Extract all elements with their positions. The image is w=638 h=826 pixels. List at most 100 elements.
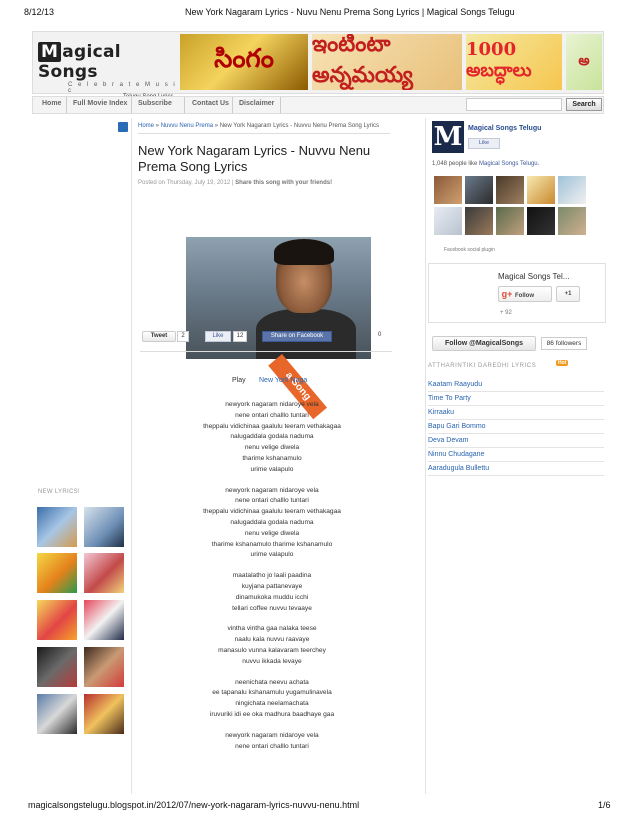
search-button[interactable]: Search [566,98,602,111]
fan-avatar[interactable] [465,207,493,235]
movie-banner-singam[interactable]: సింగం [180,34,308,90]
logo-tagline: C e l e b r a t e M u s i c [68,82,177,94]
lyrics-thumbnail[interactable] [37,600,77,640]
nav-full-movie-index[interactable]: Full Movie Index [73,100,127,107]
breadcrumb-current: New York Nagaram Lyrics - Nuvvu Nenu Pre… [219,123,380,129]
hot-list-item[interactable]: Deva Devam [428,434,604,448]
breadcrumb-category[interactable]: Nuvvu Nenu Prema [161,123,213,129]
breadcrumb-separator: » [154,123,161,129]
hot-list-item[interactable]: Bapu Gari Bommo [428,420,604,434]
fan-avatar[interactable] [434,207,462,235]
lyrics-thumbnail[interactable] [37,553,77,593]
lyric-line: vintha vintha gaa nalaka teese [227,625,317,633]
nav-divider [232,97,233,113]
lyric-line: tharime kshanamulo [242,454,302,462]
lyrics-thumbnail[interactable] [37,694,77,734]
share-count: 0 [378,332,382,338]
play-song-link[interactable]: New York Naga [259,377,307,384]
fb-count-link[interactable]: Magical Songs Telugu [479,161,538,167]
logo-m: M [38,42,62,62]
lyric-line: urime valapulo [250,465,294,473]
lyric-line: nenu velige diwela [244,529,300,537]
lyrics-thumbnail[interactable] [84,553,124,593]
movie-banner-intinta-annamayya[interactable]: ఇంటింటా అన్నమయ్య [312,34,462,90]
breadcrumb-home[interactable]: Home [138,123,154,129]
lyric-line: manasulo vunna kalavaram teerchey [218,646,326,654]
fan-avatar[interactable] [558,176,586,204]
post-title: New York Nagaram Lyrics - Nuvvu Nenu Pre… [138,143,371,174]
left-column-divider [131,118,132,794]
gplus-page-name[interactable]: Magical Songs Tel... [498,272,569,281]
print-page-number: 1/6 [598,800,611,810]
lyric-line: tellari coffee nuvvu tevaaye [232,604,312,612]
hot-list-item[interactable]: Aaradugula Bullettu [428,462,604,476]
print-date: 8/12/13 [24,7,55,17]
hot-list-item[interactable]: Kaatam Raayudu [428,378,604,392]
search-input[interactable] [466,98,562,111]
lyric-line: tharime kshanamulo tharime kshanamulo [211,540,333,548]
lyric-line: theppalu vidichinaa gaalulu teeram vetha… [203,508,341,516]
fan-avatar[interactable] [434,176,462,204]
lyrics-thumbnail[interactable] [84,647,124,687]
print-url: magicalsongstelugu.blogspot.in/2012/07/n… [28,800,360,810]
nav-divider [66,97,67,113]
lyric-line: theppalu vidichinaa gaalulu teeram vetha… [203,422,341,430]
gplus-icon: g+ [501,289,513,299]
fan-avatar[interactable] [496,176,524,204]
lyric-line: nalugaddala godala naduma [230,433,314,441]
twitter-followers-count: 86 followers [541,337,587,350]
plus-one-button[interactable]: +1 [556,286,580,302]
twitter-follow-button[interactable]: Follow @MagicalSongs [432,336,536,351]
lyric-line: newyork nagaram nidaroye vela [225,731,319,739]
fb-count-prefix: 1,048 people like [432,161,480,167]
hot-list-item[interactable]: Ninnu Chudagane [428,448,604,462]
twitter-follow-label: Follow @MagicalSongs [445,340,523,347]
movie-banner-1000-abaddalu[interactable]: 1000 అబద్ధాలు [466,34,562,90]
lyric-line: iruvuriki idi ee oka madhura baadhaye ga… [209,710,335,718]
lyric-line: neenichata neevu achata [235,678,309,686]
fb-page-logo[interactable]: M [432,121,464,153]
lyrics-thumbnail[interactable] [37,507,77,547]
nav-divider [131,97,132,113]
movie-banner-partial[interactable]: అ [566,34,602,90]
fan-avatar[interactable] [527,176,555,204]
fb-like-button[interactable]: Like [205,331,231,342]
play-label[interactable]: Play [232,377,246,384]
hot-badge: Hot [556,360,569,366]
post-share-prompt: Share this song with your friends! [235,180,333,186]
hot-list-item[interactable]: Kirraaku [428,406,604,420]
home-icon [118,122,128,132]
site-logo[interactable]: Magical Songs C e l e b r a t e M u s i … [38,42,178,100]
tweet-button[interactable]: Tweet [142,331,176,342]
fan-avatar[interactable] [465,176,493,204]
lyrics-thumbnail[interactable] [84,694,124,734]
lyric-line: nuvvu ikkada levaye [242,657,302,665]
nav-disclaimer[interactable]: Disclaimer [239,100,274,107]
post-date: Posted on Thursday, July 19, 2012 | [138,180,236,186]
hot-list-item[interactable]: Time To Party [428,392,604,406]
nav-contact-us[interactable]: Contact Us [192,100,229,107]
nav-home[interactable]: Home [42,100,61,107]
fb-share-button[interactable]: Share on Facebook [262,331,332,342]
fan-avatar[interactable] [496,207,524,235]
nav-divider [280,97,281,113]
fb-page-like-button[interactable]: Like [468,138,500,149]
lyric-line: naalu kala nuvvu raavaye [234,636,310,644]
breadcrumb-divider [138,133,390,134]
gplus-follow-button[interactable]: g+ Follow [498,286,552,302]
lyrics-thumbnail[interactable] [84,600,124,640]
fan-avatar[interactable] [527,207,555,235]
gplus-count: + 92 [500,310,512,316]
lyrics-thumbnail[interactable] [84,507,124,547]
fan-avatar[interactable] [558,207,586,235]
lyric-line: ee tapanalu kshanamulu yugamulinavela [212,689,332,697]
lyric-line: dinamukoka muddu icchi [235,593,309,601]
lyric-line: newyork nagaram nidaroye vela [225,486,319,494]
fb-like-count: 1,048 people like Magical Songs Telugu. [432,161,539,167]
nav-subscribe[interactable]: Subscribe [138,100,172,107]
fb-count-suffix: . [537,161,540,167]
lyrics-thumbnail[interactable] [37,647,77,687]
lyric-line: kuyjana pattanevaye [241,582,303,590]
fb-plugin-label: Facebook social plugin [444,247,495,253]
fb-page-name[interactable]: Magical Songs Telugu [468,125,541,132]
